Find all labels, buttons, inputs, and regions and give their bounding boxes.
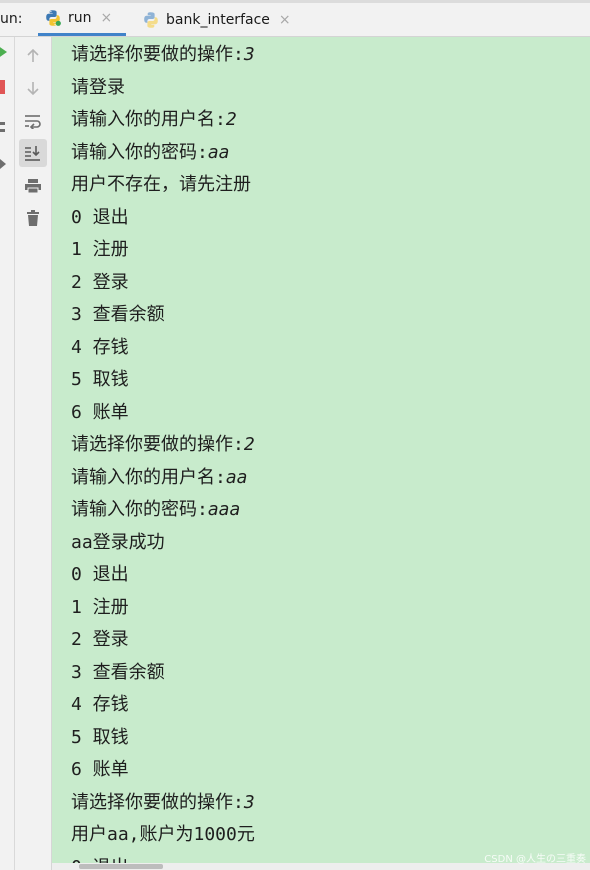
console-user-input: aa xyxy=(225,466,248,488)
console-lines: 请选择你要做的操作:3 请登录 请输入你的用户名:2 请输入你的密码:aa 用户不存在，… xyxy=(71,39,255,863)
console-line-text: 用户aa,账户为1000元 xyxy=(71,824,255,845)
tab-run[interactable]: run × xyxy=(38,3,126,36)
arrow-up-icon xyxy=(27,48,39,62)
console-line: 2 登录 xyxy=(71,267,255,300)
console-line: 请输入你的密码:aaa xyxy=(71,494,255,527)
console-user-input: 2 xyxy=(225,109,237,130)
console-line: 1 注册 xyxy=(71,592,255,625)
console-line: 0 退出 xyxy=(71,202,255,235)
soft-wrap-icon xyxy=(25,115,41,129)
console-line: aa登录成功 xyxy=(71,527,255,560)
up-button[interactable] xyxy=(19,42,47,70)
rerun-icon[interactable] xyxy=(0,45,7,59)
console-line-text: 1 注册 xyxy=(71,596,129,618)
console-user-input: 3 xyxy=(243,44,255,65)
close-icon[interactable]: × xyxy=(101,11,113,25)
console-line-text: 5 取钱 xyxy=(71,726,129,748)
console-line-text: 3 查看余额 xyxy=(71,304,165,325)
console-line: 4 存钱 xyxy=(71,689,255,722)
console-line: 4 存钱 xyxy=(71,332,255,365)
console-line-text: 6 账单 xyxy=(71,759,129,780)
run-panel-label: un: xyxy=(0,11,23,27)
console-line-text: 请输入你的用户名: xyxy=(71,109,226,130)
down-button[interactable] xyxy=(19,74,47,102)
python-icon xyxy=(46,10,61,26)
tab-run-label: run xyxy=(68,10,92,26)
console-line-text: 请选择你要做的操作: xyxy=(71,44,244,65)
console-line-text: 请选择你要做的操作: xyxy=(71,434,244,455)
console-line-text: 用户不存在，请先注册 xyxy=(71,174,251,195)
console-user-input: 3 xyxy=(243,791,255,813)
soft-wrap-button[interactable] xyxy=(19,107,47,135)
console-line-text: 2 登录 xyxy=(71,629,129,650)
trash-icon xyxy=(27,210,39,226)
clear-all-button[interactable] xyxy=(19,204,47,232)
console-line-text: 6 账单 xyxy=(71,401,129,423)
console-line: 请输入你的用户名:2 xyxy=(71,104,255,137)
console-line-text: 0 退出 xyxy=(71,206,129,228)
console-line: 请输入你的用户名:aa xyxy=(71,462,255,495)
close-icon[interactable]: × xyxy=(279,13,291,27)
console-line: 请登录 xyxy=(71,72,255,105)
console-toolbar xyxy=(15,37,52,870)
console-line: 1 注册 xyxy=(71,234,255,267)
console-line: 0 退出 xyxy=(71,852,255,864)
console-line: 6 账单 xyxy=(71,754,255,787)
console-line: 5 取钱 xyxy=(71,364,255,397)
stop-icon[interactable] xyxy=(0,80,5,94)
console-line-text: aa登录成功 xyxy=(71,531,165,553)
console-line: 3 查看余额 xyxy=(71,657,255,690)
console-line: 2 登录 xyxy=(71,624,255,657)
run-actions-gutter xyxy=(0,37,15,870)
console-line-text: 请输入你的密码: xyxy=(71,499,208,520)
python-icon xyxy=(144,11,158,28)
console-line: 请选择你要做的操作:3 xyxy=(71,787,255,820)
scrollbar-thumb[interactable] xyxy=(79,864,163,869)
watermark: CSDN @人生の三重奏 xyxy=(484,854,586,865)
console-line-text: 请选择你要做的操作: xyxy=(71,791,244,813)
console-output[interactable]: 请选择你要做的操作:3 请登录 请输入你的用户名:2 请输入你的密码:aa 用户不存在，… xyxy=(52,37,590,863)
console-line: 请选择你要做的操作:2 xyxy=(71,429,255,462)
console-line: 请输入你的密码:aa xyxy=(71,137,255,170)
console-line: 0 退出 xyxy=(71,559,255,592)
console-line: 3 查看余额 xyxy=(71,299,255,332)
console-line-text: 0 退出 xyxy=(71,564,129,585)
print-icon xyxy=(25,179,41,194)
console-line-text: 1 注册 xyxy=(71,239,129,260)
console-user-input: aa xyxy=(207,141,230,163)
run-tab-bar: un: run × bank_interface × xyxy=(0,3,590,37)
console-user-input: aaa xyxy=(207,499,241,520)
scroll-to-end-icon xyxy=(25,146,40,161)
tab-bank-interface[interactable]: bank_interface × xyxy=(136,3,300,36)
console-line-text: 2 登录 xyxy=(71,271,129,293)
pin-icon[interactable] xyxy=(0,157,6,171)
console-line: 用户aa,账户为1000元 xyxy=(71,819,255,852)
console-line: 请选择你要做的操作:3 xyxy=(71,39,255,72)
console-line-text: 3 查看余额 xyxy=(71,661,165,683)
console-line-text: 请输入你的密码: xyxy=(71,141,208,163)
console-line: 6 账单 xyxy=(71,397,255,430)
console-user-input: 2 xyxy=(243,434,255,455)
console-line: 5 取钱 xyxy=(71,722,255,755)
console-line-text: 请登录 xyxy=(71,76,125,98)
console-line-text: 5 取钱 xyxy=(71,369,129,390)
run-tool-window: un: run × bank_interface × 请选择你要做的操作:3 请… xyxy=(0,0,590,870)
print-button[interactable] xyxy=(19,172,47,200)
console-line-text: 请输入你的用户名: xyxy=(71,466,226,488)
console-line-text: 4 存钱 xyxy=(71,694,129,715)
console-line-text: 4 存钱 xyxy=(71,336,129,358)
arrow-down-icon xyxy=(27,82,39,96)
scroll-to-end-button[interactable] xyxy=(19,139,47,167)
console-line: 用户不存在，请先注册 xyxy=(71,169,255,202)
layout-icon[interactable] xyxy=(0,120,6,134)
tab-bank-interface-label: bank_interface xyxy=(166,11,270,28)
